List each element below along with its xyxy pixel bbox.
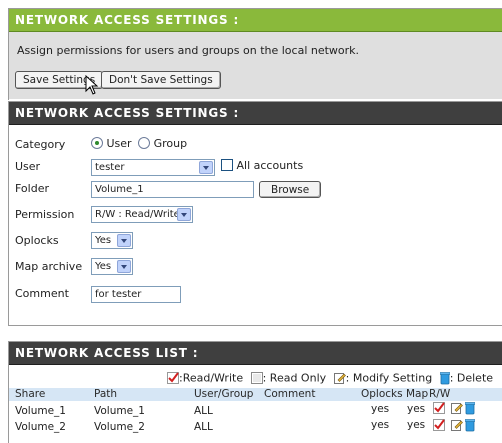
column-path: Path	[94, 388, 118, 400]
column-comment: Comment	[264, 388, 316, 400]
panel-title: NETWORK ACCESS SETTINGS :	[9, 9, 502, 32]
user-select[interactable]: tester	[91, 159, 215, 176]
network-access-settings-panel: NETWORK ACCESS SETTINGS : Category User …	[8, 101, 502, 326]
legend-read-write: :Read/Write	[179, 371, 244, 385]
save-settings-panel: NETWORK ACCESS SETTINGS : Assign permiss…	[8, 8, 502, 100]
modify-setting-icon[interactable]	[451, 402, 463, 414]
icon-legend: :Read/Write : Read Only : Modify Setting…	[167, 371, 493, 385]
oplocks-select[interactable]: Yes	[91, 232, 133, 249]
row-user-group: ALL	[194, 421, 213, 433]
all-accounts-checkbox[interactable]	[221, 159, 233, 171]
category-group-radio[interactable]	[138, 137, 151, 149]
comment-input[interactable]: for tester	[91, 286, 181, 303]
row-share: Volume_1	[15, 405, 66, 417]
legend-delete: : Delete	[449, 371, 494, 385]
panel-title: NETWORK ACCESS SETTINGS :	[9, 102, 502, 125]
delete-trash-icon[interactable]	[465, 402, 475, 415]
comment-label: Comment	[15, 287, 69, 300]
all-accounts-group: All accounts	[221, 159, 303, 172]
user-select-value: tester	[95, 162, 125, 173]
row-map: yes	[407, 419, 426, 431]
map-archive-select-value: Yes	[95, 261, 112, 272]
chevron-down-icon	[199, 161, 213, 174]
table-header: Share Path User/Group Comment Oplocks Ma…	[9, 388, 502, 401]
column-map: Map	[406, 388, 429, 400]
legend-read-only: : Read Only	[262, 371, 327, 385]
permission-select[interactable]: R/W : Read/Write	[91, 206, 193, 223]
row-path: Volume_2	[94, 421, 145, 433]
folder-label: Folder	[15, 182, 49, 195]
category-radio-group: User Group	[91, 137, 187, 150]
folder-input[interactable]: Volume_1	[91, 181, 254, 198]
column-rw: R/W	[429, 388, 451, 400]
modify-setting-icon[interactable]	[451, 419, 463, 431]
save-panel-body: Assign permissions for users and groups …	[9, 32, 502, 99]
row-user-group: ALL	[194, 405, 213, 417]
mouse-cursor-icon	[85, 75, 99, 95]
column-oplocks: Oplocks	[361, 388, 403, 400]
row-share: Volume_2	[15, 421, 66, 433]
panel-description: Assign permissions for users and groups …	[17, 44, 360, 57]
chevron-down-icon	[177, 208, 191, 221]
dont-save-settings-button[interactable]: Don't Save Settings	[101, 71, 221, 89]
oplocks-label: Oplocks	[15, 234, 59, 247]
category-user-radio[interactable]	[91, 137, 103, 149]
delete-trash-icon	[439, 371, 450, 384]
row-map: yes	[407, 403, 426, 415]
panel-title: NETWORK ACCESS LIST :	[9, 342, 502, 365]
row-oplocks: yes	[371, 403, 390, 415]
permission-select-value: R/W : Read/Write	[95, 209, 180, 220]
chevron-down-icon	[117, 234, 131, 247]
browse-button[interactable]: Browse	[259, 181, 322, 198]
access-list-body: :Read/Write : Read Only : Modify Setting…	[9, 365, 502, 442]
map-archive-label: Map archive	[15, 260, 83, 273]
modify-setting-icon	[333, 373, 346, 384]
chevron-down-icon	[117, 260, 131, 273]
read-write-check-icon	[167, 372, 179, 384]
category-user-label: User	[106, 137, 132, 150]
all-accounts-label: All accounts	[236, 159, 304, 172]
category-group-label: Group	[153, 137, 188, 150]
row-path: Volume_1	[94, 405, 145, 417]
column-user-group: User/Group	[194, 388, 254, 400]
read-only-icon	[250, 372, 263, 384]
category-label: Category	[15, 138, 66, 151]
network-access-list-panel: NETWORK ACCESS LIST : :Read/Write : Read…	[8, 341, 502, 443]
read-write-check-icon	[433, 419, 445, 431]
user-label: User	[15, 160, 41, 173]
map-archive-select[interactable]: Yes	[91, 258, 133, 275]
read-write-check-icon	[433, 402, 445, 414]
permission-label: Permission	[15, 208, 75, 221]
legend-modify: : Modify Setting	[345, 371, 433, 385]
oplocks-select-value: Yes	[95, 235, 112, 246]
settings-form: Category User Group User tester All acco…	[9, 125, 502, 325]
delete-trash-icon[interactable]	[465, 419, 475, 432]
column-share: Share	[15, 388, 46, 400]
row-oplocks: yes	[371, 419, 390, 431]
